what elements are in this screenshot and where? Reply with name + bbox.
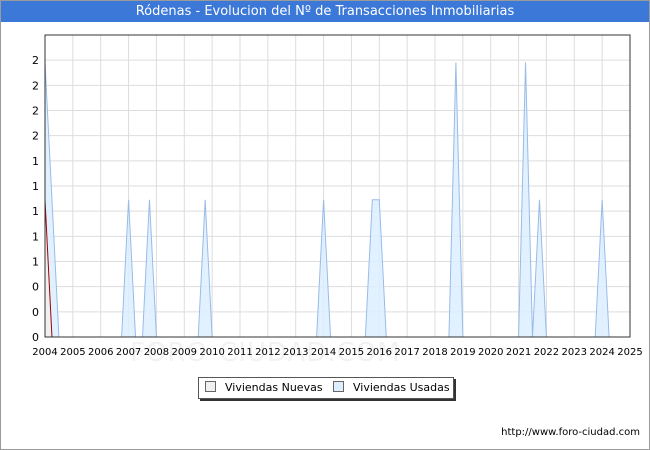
y-tick-label: 2 — [32, 54, 39, 67]
x-tick-label: 2015 — [339, 347, 364, 358]
x-tick-label: 2011 — [227, 347, 252, 358]
x-tick-label: 2025 — [617, 347, 642, 358]
x-tick-label: 2022 — [534, 347, 559, 358]
legend-label-nuevas: Viviendas Nuevas — [225, 381, 323, 394]
y-tick-label: 0 — [32, 281, 39, 294]
y-tick-label: 2 — [32, 79, 39, 92]
x-tick-label: 2009 — [172, 347, 197, 358]
x-tick-label: 2017 — [394, 347, 419, 358]
y-tick-label: 1 — [32, 256, 39, 269]
y-tick-label: 1 — [32, 155, 39, 168]
legend-swatch-nuevas — [205, 381, 216, 392]
x-tick-label: 2018 — [422, 347, 447, 358]
legend-item-nuevas: Viviendas Nuevas — [205, 381, 323, 395]
x-tick-label: 2010 — [199, 347, 224, 358]
x-tick-label: 2024 — [589, 347, 614, 358]
y-tick-label: 1 — [32, 230, 39, 243]
x-tick-label: 2021 — [506, 347, 531, 358]
legend: Viviendas Nuevas Viviendas Usadas — [198, 377, 454, 399]
y-tick-label: 2 — [32, 130, 39, 143]
y-tick-label: 2 — [32, 105, 39, 118]
x-tick-label: 2020 — [478, 347, 503, 358]
x-tick-label: 2014 — [311, 347, 336, 358]
legend-swatch-usadas — [333, 381, 344, 392]
x-tick-label: 2007 — [116, 347, 141, 358]
y-tick-label: 1 — [32, 205, 39, 218]
y-tick-label: 1 — [32, 180, 39, 193]
legend-label-usadas: Viviendas Usadas — [353, 381, 450, 394]
source-url[interactable]: http://www.foro-ciudad.com — [501, 427, 640, 438]
x-tick-label: 2004 — [32, 347, 57, 358]
y-tick-label: 0 — [32, 331, 39, 344]
y-tick-label: 0 — [32, 306, 39, 319]
x-tick-label: 2005 — [60, 347, 85, 358]
x-tick-label: 2023 — [562, 347, 587, 358]
x-tick-label: 2012 — [255, 347, 280, 358]
x-tick-label: 2006 — [88, 347, 113, 358]
x-tick-label: 2016 — [367, 347, 392, 358]
x-tick-label: 2013 — [283, 347, 308, 358]
legend-item-usadas: Viviendas Usadas — [333, 381, 450, 395]
x-tick-label: 2008 — [144, 347, 169, 358]
x-tick-label: 2019 — [450, 347, 475, 358]
